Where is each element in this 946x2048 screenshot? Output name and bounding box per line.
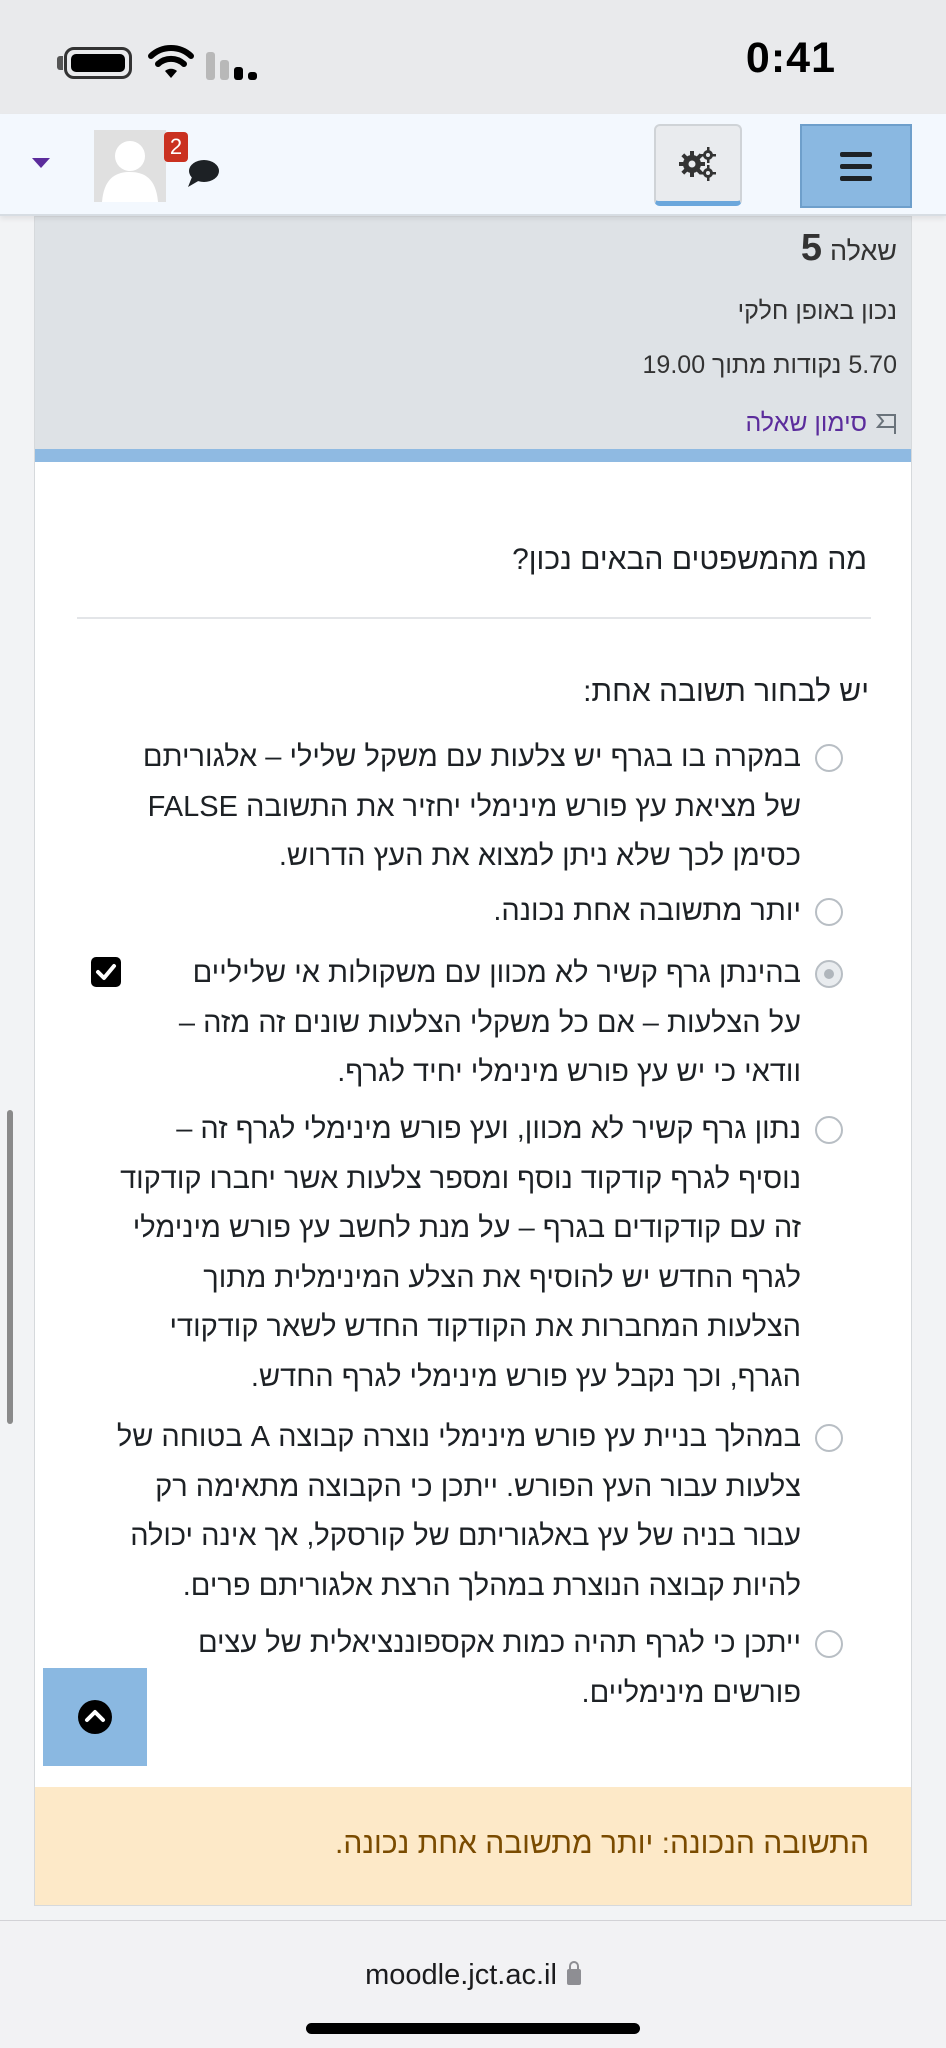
answer-line: לגרף החדש יש להוסיף את הצלע המינימלית מת… — [203, 1261, 801, 1294]
right-answer-feedback: התשובה הנכונה: יותר מתשובה אחת נכונה. — [35, 1787, 911, 1905]
answer-option-6[interactable]: ייתכן כי לגרף תהיה כמות אקספוננציאלית של… — [198, 1619, 801, 1718]
answer-option-3[interactable]: בהינתן גרף קשיר לא מכוון עם משקולות אי ש… — [179, 949, 801, 1098]
answer-line: יותר מתשובה אחת נכונה. — [493, 895, 801, 927]
flag-question-link[interactable]: סימון שאלה — [745, 409, 897, 438]
answer-line: על הצלעות – אם כל משקלי הצלעות שונים זה … — [178, 1006, 801, 1039]
answer-option-1[interactable]: במקרה בו בגרף יש צלעות עם משקל שלילי – א… — [143, 733, 801, 882]
answer-radio-1[interactable] — [815, 744, 843, 772]
right-answer-text: התשובה הנכונה: יותר מתשובה אחת נכונה. — [335, 1827, 869, 1860]
answer-option-2[interactable]: יותר מתשובה אחת נכונה. — [493, 887, 801, 937]
answer-line: במהלך בניית עץ פורש מינימלי נוצרה קבוצה … — [116, 1421, 801, 1453]
wifi-icon — [148, 45, 194, 78]
answer-line: במקרה בו בגרף יש צלעות עם משקל שלילי – א… — [142, 741, 801, 773]
answer-line: וודאי כי יש עץ פורש מינימלי יחיד לגרף. — [337, 1056, 801, 1088]
home-indicator — [306, 2023, 640, 2034]
question-container: שאלה5 נכון באופן חלקי 5.70 נקודות מתוך 1… — [34, 216, 912, 1906]
default-user-icon — [102, 141, 158, 202]
message-count-badge: 2 — [164, 132, 188, 162]
question-text: מה מהמשפטים הבאים נכון? — [512, 543, 867, 576]
cellular-signal-icon — [206, 50, 258, 80]
user-avatar[interactable] — [94, 130, 166, 202]
question-info-panel: שאלה5 נכון באופן חלקי 5.70 נקודות מתוך 1… — [35, 217, 911, 462]
question-grade: 5.70 נקודות מתוך 19.00 — [642, 351, 897, 379]
answer-line: הגרף, וכך נקבל עץ פורש מינימלי לגרף החדש… — [250, 1360, 801, 1393]
answer-line: ייתכן כי לגרף תהיה כמות אקספוננציאלית של… — [197, 1627, 801, 1659]
lock-icon — [566, 1961, 581, 1985]
hamburger-icon — [840, 151, 872, 157]
answer-line: בהינתן גרף קשיר לא מכוון עם משקולות אי ש… — [192, 957, 801, 989]
top-navbar: 2 — [0, 114, 946, 216]
clock: 0:41 — [745, 34, 836, 82]
gears-icon — [679, 146, 716, 181]
back-to-top-button[interactable] — [43, 1668, 147, 1766]
correct-check-icon — [91, 957, 121, 987]
status-bar: 0:41 — [0, 0, 946, 114]
answer-line: פורשים מינימליים. — [581, 1676, 801, 1709]
answer-line: של מציאת עץ פורש מינימלי יחזיר את התשובה… — [147, 790, 801, 823]
answer-radio-3[interactable] — [815, 960, 843, 988]
scroll-indicator[interactable] — [7, 1110, 13, 1424]
answer-line: עבור בניה של עץ באלגוריתם של קורסקל, אך … — [130, 1520, 801, 1552]
answer-prompt: יש לבחור תשובה אחת: — [583, 675, 869, 708]
answer-radio-6[interactable] — [815, 1630, 843, 1658]
answer-radio-2[interactable] — [815, 898, 843, 926]
divider — [77, 617, 871, 619]
answer-option-5[interactable]: במהלך בניית עץ פורש מינימלי נוצרה קבוצה … — [117, 1413, 801, 1611]
answer-line: נוסיף לגרף קודקוד נוסף ומספר צלעות אשר י… — [120, 1162, 801, 1195]
answer-radio-5[interactable] — [815, 1424, 843, 1452]
battery-icon — [64, 47, 132, 79]
battery-tip — [57, 56, 63, 70]
user-menu-caret-icon[interactable] — [32, 158, 50, 168]
nav-drawer-button[interactable] — [800, 124, 912, 208]
chevron-up-icon — [78, 1700, 112, 1734]
settings-button[interactable] — [654, 124, 742, 206]
question-number: שאלה5 — [800, 227, 897, 269]
answer-line: זה עם קודקודים בגרף – על מנת לחשב עץ פור… — [132, 1212, 801, 1244]
chat-bubble-icon[interactable] — [186, 158, 220, 188]
flag-icon — [875, 413, 896, 434]
answer-line: הצלעות המחברות את הקודקוד החדש לשאר קודק… — [169, 1311, 801, 1343]
answer-line: צלעות עבור העץ הפורש. ייתכן כי הקבוצה מת… — [155, 1470, 801, 1503]
browser-url-bar[interactable]: moodle.jct.ac.il — [0, 1920, 946, 2048]
answer-option-4[interactable]: נתון גרף קשיר לא מכוון, ועץ פורש מינימלי… — [120, 1105, 801, 1402]
answer-radio-4[interactable] — [815, 1116, 843, 1144]
question-state: נכון באופן חלקי — [737, 297, 897, 325]
url-display[interactable]: moodle.jct.ac.il — [0, 1959, 946, 1992]
answer-line: כסימן לכך שלא ניתן למצוא את העץ הדרוש. — [278, 840, 801, 872]
answer-line: נתון גרף קשיר לא מכוון, ועץ פורש מינימלי… — [176, 1113, 801, 1145]
answer-line: להיות קבוצה הנוצרת במהלך הרצת אלגוריתם פ… — [182, 1569, 801, 1602]
